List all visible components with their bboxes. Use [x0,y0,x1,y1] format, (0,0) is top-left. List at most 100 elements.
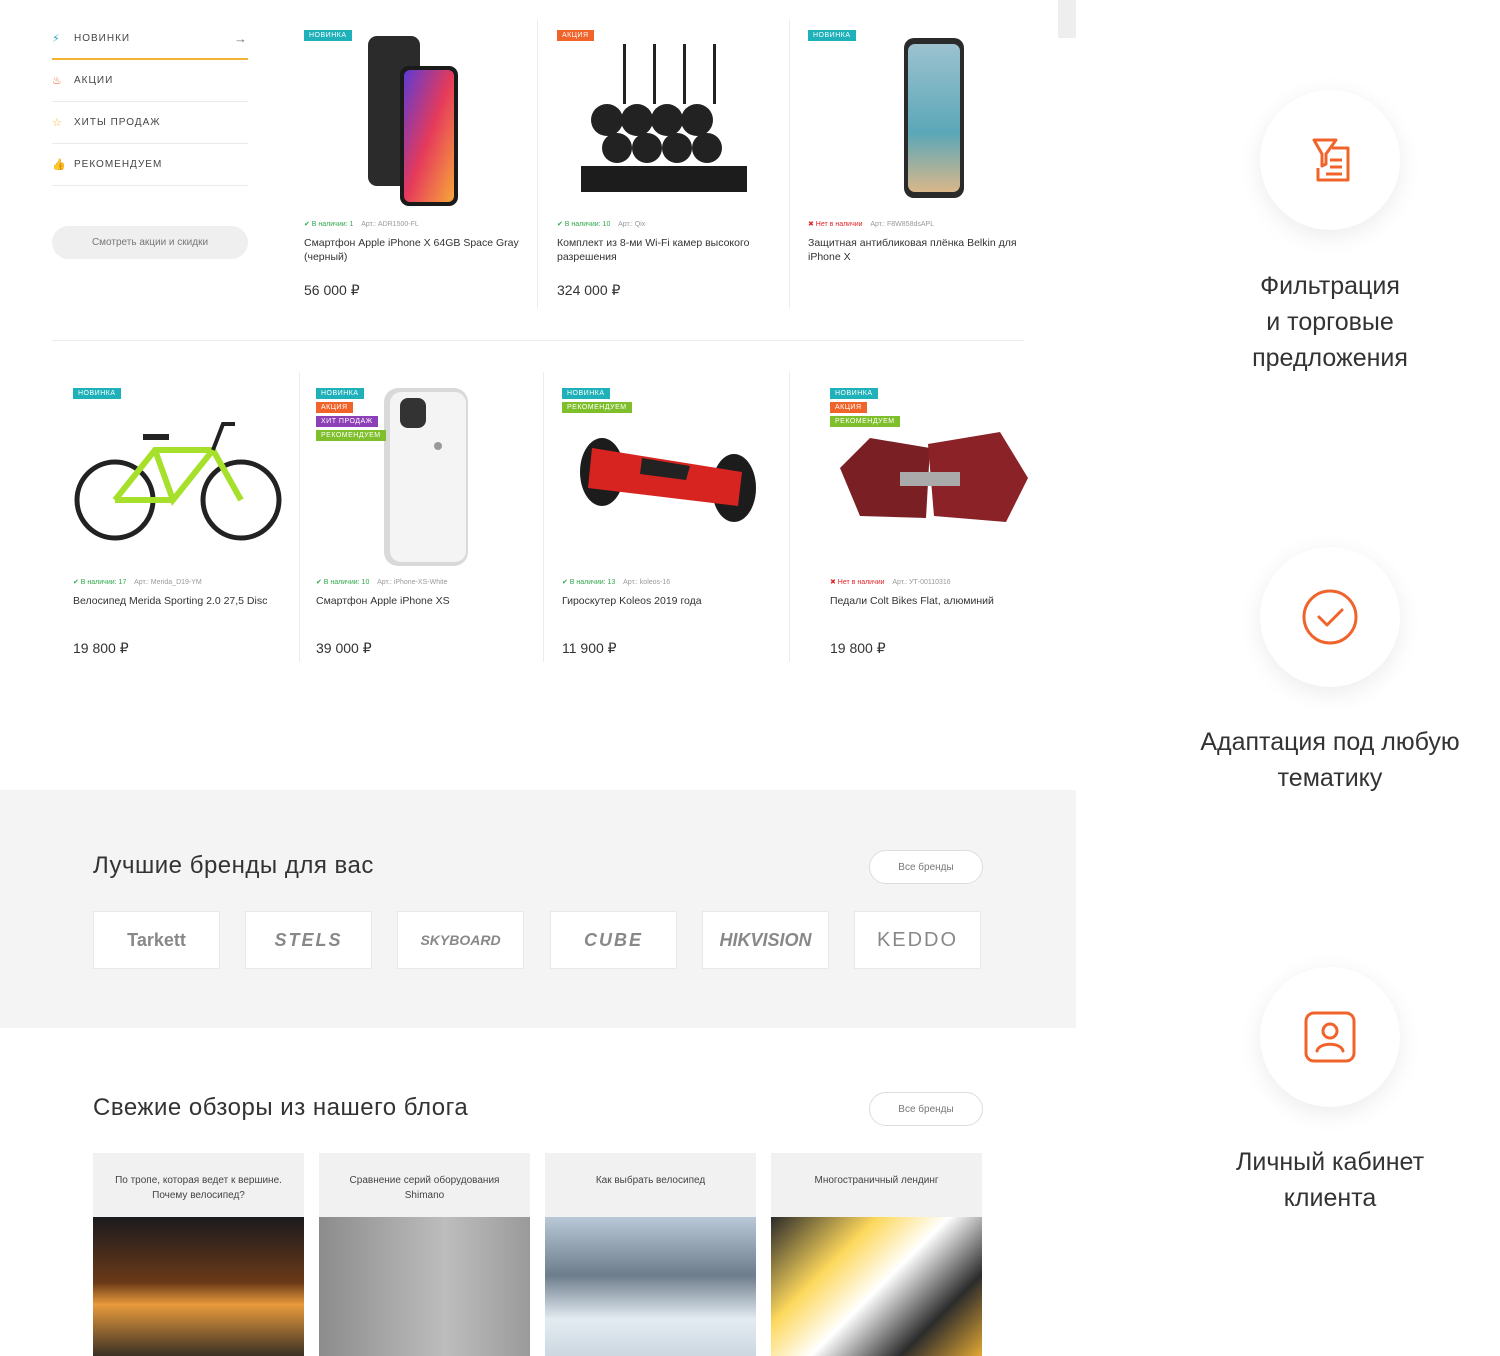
blog-card[interactable]: По тропе, которая ведет к вершине. Почем… [93,1153,304,1356]
stock-info: ✔ В наличии: 1 Арт.: ADR1500-FL [304,220,534,230]
stock-count: 1 [349,221,354,228]
stock-label: ✔ В наличии: [73,579,117,586]
page: ⚡ НОВИНКИ → ♨ АКЦИИ ☆ ХИТЫ ПРОДАЖ 👍 РЕКО… [0,0,1500,1356]
badge-new: НОВИНКА [316,388,364,399]
product-name[interactable]: Комплект из 8-ми Wi-Fi камер высокого ра… [557,236,787,266]
all-posts-button[interactable]: Все бренды [869,1092,983,1126]
sidebar-item-hits[interactable]: ☆ ХИТЫ ПРОДАЖ [52,102,248,144]
vline [537,20,538,308]
badge-list: НОВИНКА АКЦИЯ РЕКОМЕНДУЕМ [830,388,900,427]
sku: Арт.: УТ-00110316 [892,579,951,586]
bicycle-wall-photo [319,1217,530,1356]
blog-card[interactable]: Многостраничный лендинг [771,1153,982,1356]
stock-label: ✔ В наличии: [304,221,348,228]
sidebar-item-new[interactable]: ⚡ НОВИНКИ → [52,18,248,60]
badge-recommend: РЕКОМЕНДУЕМ [316,430,386,441]
line1: Личный кабинет [1235,1148,1425,1176]
product-name[interactable]: Смартфон Apple iPhone XS [316,594,526,624]
product-image: НОВИНКА АКЦИЯ РЕКОМЕНДУЕМ [830,388,1040,568]
feature-caption: Личный кабинет клиента [1180,1144,1480,1216]
badge-sale: АКЦИЯ [830,402,867,413]
badge-recommend: РЕКОМЕНДУЕМ [830,416,900,427]
badge-list: АКЦИЯ [557,30,594,41]
sku: Арт.: Merida_D19-YM [134,579,202,586]
stock-info: ✔ В наличии: 13 Арт.: koleos-16 [562,578,772,588]
stock-info: ✔ В наличии: 10 Арт.: iPhone-XS-White [316,578,526,588]
lightning-icon: ⚡ [52,32,61,45]
thumbs-up-icon: 👍 [52,159,67,171]
sidebar: ⚡ НОВИНКИ → ♨ АКЦИИ ☆ ХИТЫ ПРОДАЖ 👍 РЕКО… [52,18,248,186]
product-price: 19 800 ₽ [73,640,129,656]
stock-info: ✖ Нет в наличии Арт.: УТ-00110316 [830,578,1040,588]
product-card[interactable]: НОВИНКА ✔ В наличии: 17 Арт.: Merida_D19… [73,388,283,657]
product-price: 324 000 ₽ [557,282,621,298]
hline [52,340,1024,341]
product-name[interactable]: Велосипед Merida Sporting 2.0 27,5 Disc [73,594,283,624]
star-icon: ☆ [52,117,63,129]
user-profile-icon [1304,1011,1356,1063]
product-card[interactable]: АКЦИЯ ✔ В наличии: 10 Арт.: Qix Комплект… [557,30,787,299]
sidebar-item-sale[interactable]: ♨ АКЦИИ [52,60,248,102]
product-card[interactable]: НОВИНКА РЕКОМЕНДУЕМ ✔ В наличии: 13 Арт.… [562,388,772,657]
vline [789,20,790,308]
product-card[interactable]: НОВИНКА АКЦИЯ РЕКОМЕНДУЕМ ✖ Нет в наличи… [830,388,1040,657]
sku: Арт.: ADR1500-FL [361,221,419,228]
badge-new: НОВИНКА [808,30,856,41]
edge [1058,0,1076,38]
badge-sale: АКЦИЯ [557,30,594,41]
line2: тематику [1277,764,1383,792]
all-brands-button[interactable]: Все бренды [869,850,983,884]
product-card[interactable]: НОВИНКА ✔ В наличии: 1 Арт.: ADR1500-FL … [304,30,534,299]
filter-document-icon [1312,138,1350,182]
product-name[interactable]: Защитная антибликовая плёнка Belkin для … [808,236,1038,266]
screen-film-image [904,38,964,198]
stock-label: ✔ В наличии: [562,579,606,586]
landing-screens-photo [771,1217,982,1356]
product-image: НОВИНКА [73,388,283,568]
product-card[interactable]: НОВИНКА ✖ Нет в наличии Арт.: F8W858dsAP… [808,30,1038,266]
feature-icon-circle [1260,547,1400,687]
brand-hikvision[interactable]: HIKVISION [702,911,829,969]
vline [543,372,544,662]
product-card[interactable]: НОВИНКА АКЦИЯ ХИТ ПРОДАЖ РЕКОМЕНДУЕМ ✔ В… [316,388,526,657]
product-image: НОВИНКА [808,30,1038,210]
camera-kit-image [581,44,747,192]
brands-section: Лучшие бренды для вас Все бренды Tarkett… [0,790,1076,1028]
brand-stels[interactable]: STELS [245,911,372,969]
sku: Арт.: F8W858dsAPL [870,221,935,228]
brand-skyboard[interactable]: SKYBOARD [397,911,524,969]
vline [299,372,300,662]
product-image: НОВИНКА [304,30,534,210]
badge-sale: АКЦИЯ [316,402,353,413]
blog-card[interactable]: Сравнение серий оборудования Shimano [319,1153,530,1356]
sidebar-item-recommend[interactable]: 👍 РЕКОМЕНДУЕМ [52,144,248,186]
product-name[interactable]: Гироскутер Koleos 2019 года [562,594,772,624]
brand-tarkett[interactable]: Tarkett [93,911,220,969]
stock-info: ✔ В наличии: 17 Арт.: Merida_D19-YM [73,578,283,588]
blog-card[interactable]: Как выбрать велосипед [545,1153,756,1356]
product-price: 56 000 ₽ [304,282,360,298]
blog-card-title: Сравнение серий оборудования Shimano [349,1175,500,1201]
view-sales-button[interactable]: Смотреть акции и скидки [52,226,248,259]
brand-cube[interactable]: CUBE [550,911,677,969]
badge-recommend: РЕКОМЕНДУЕМ [562,402,632,413]
product-name[interactable]: Смартфон Apple iPhone X 64GB Space Gray … [304,236,534,266]
blog-card-title: По тропе, которая ведет к вершине. Почем… [115,1175,282,1201]
fire-icon: ♨ [52,75,63,87]
sku: Арт.: koleos-16 [623,579,671,586]
stock-info: ✖ Нет в наличии Арт.: F8W858dsAPL [808,220,1038,230]
badge-list: НОВИНКА [73,388,121,399]
stock-label: ✖ Нет в наличии [808,221,863,228]
sku: Арт.: Qix [618,221,646,228]
bike-snow-photo [545,1217,756,1356]
product-price: 19 800 ₽ [830,640,886,656]
stock-count: 10 [361,579,370,586]
product-name[interactable]: Педали Colt Bikes Flat, алюминий [830,594,1040,624]
sku: Арт.: iPhone-XS-White [377,579,448,586]
badge-list: НОВИНКА АКЦИЯ ХИТ ПРОДАЖ РЕКОМЕНДУЕМ [316,388,386,441]
blog-card-title: Как выбрать велосипед [595,1175,706,1186]
brand-keddo[interactable]: KEDDO [854,911,981,969]
stock-count: 10 [602,221,611,228]
feature-icon-circle [1260,90,1400,230]
shop-preview: ⚡ НОВИНКИ → ♨ АКЦИИ ☆ ХИТЫ ПРОДАЖ 👍 РЕКО… [0,0,1076,1356]
